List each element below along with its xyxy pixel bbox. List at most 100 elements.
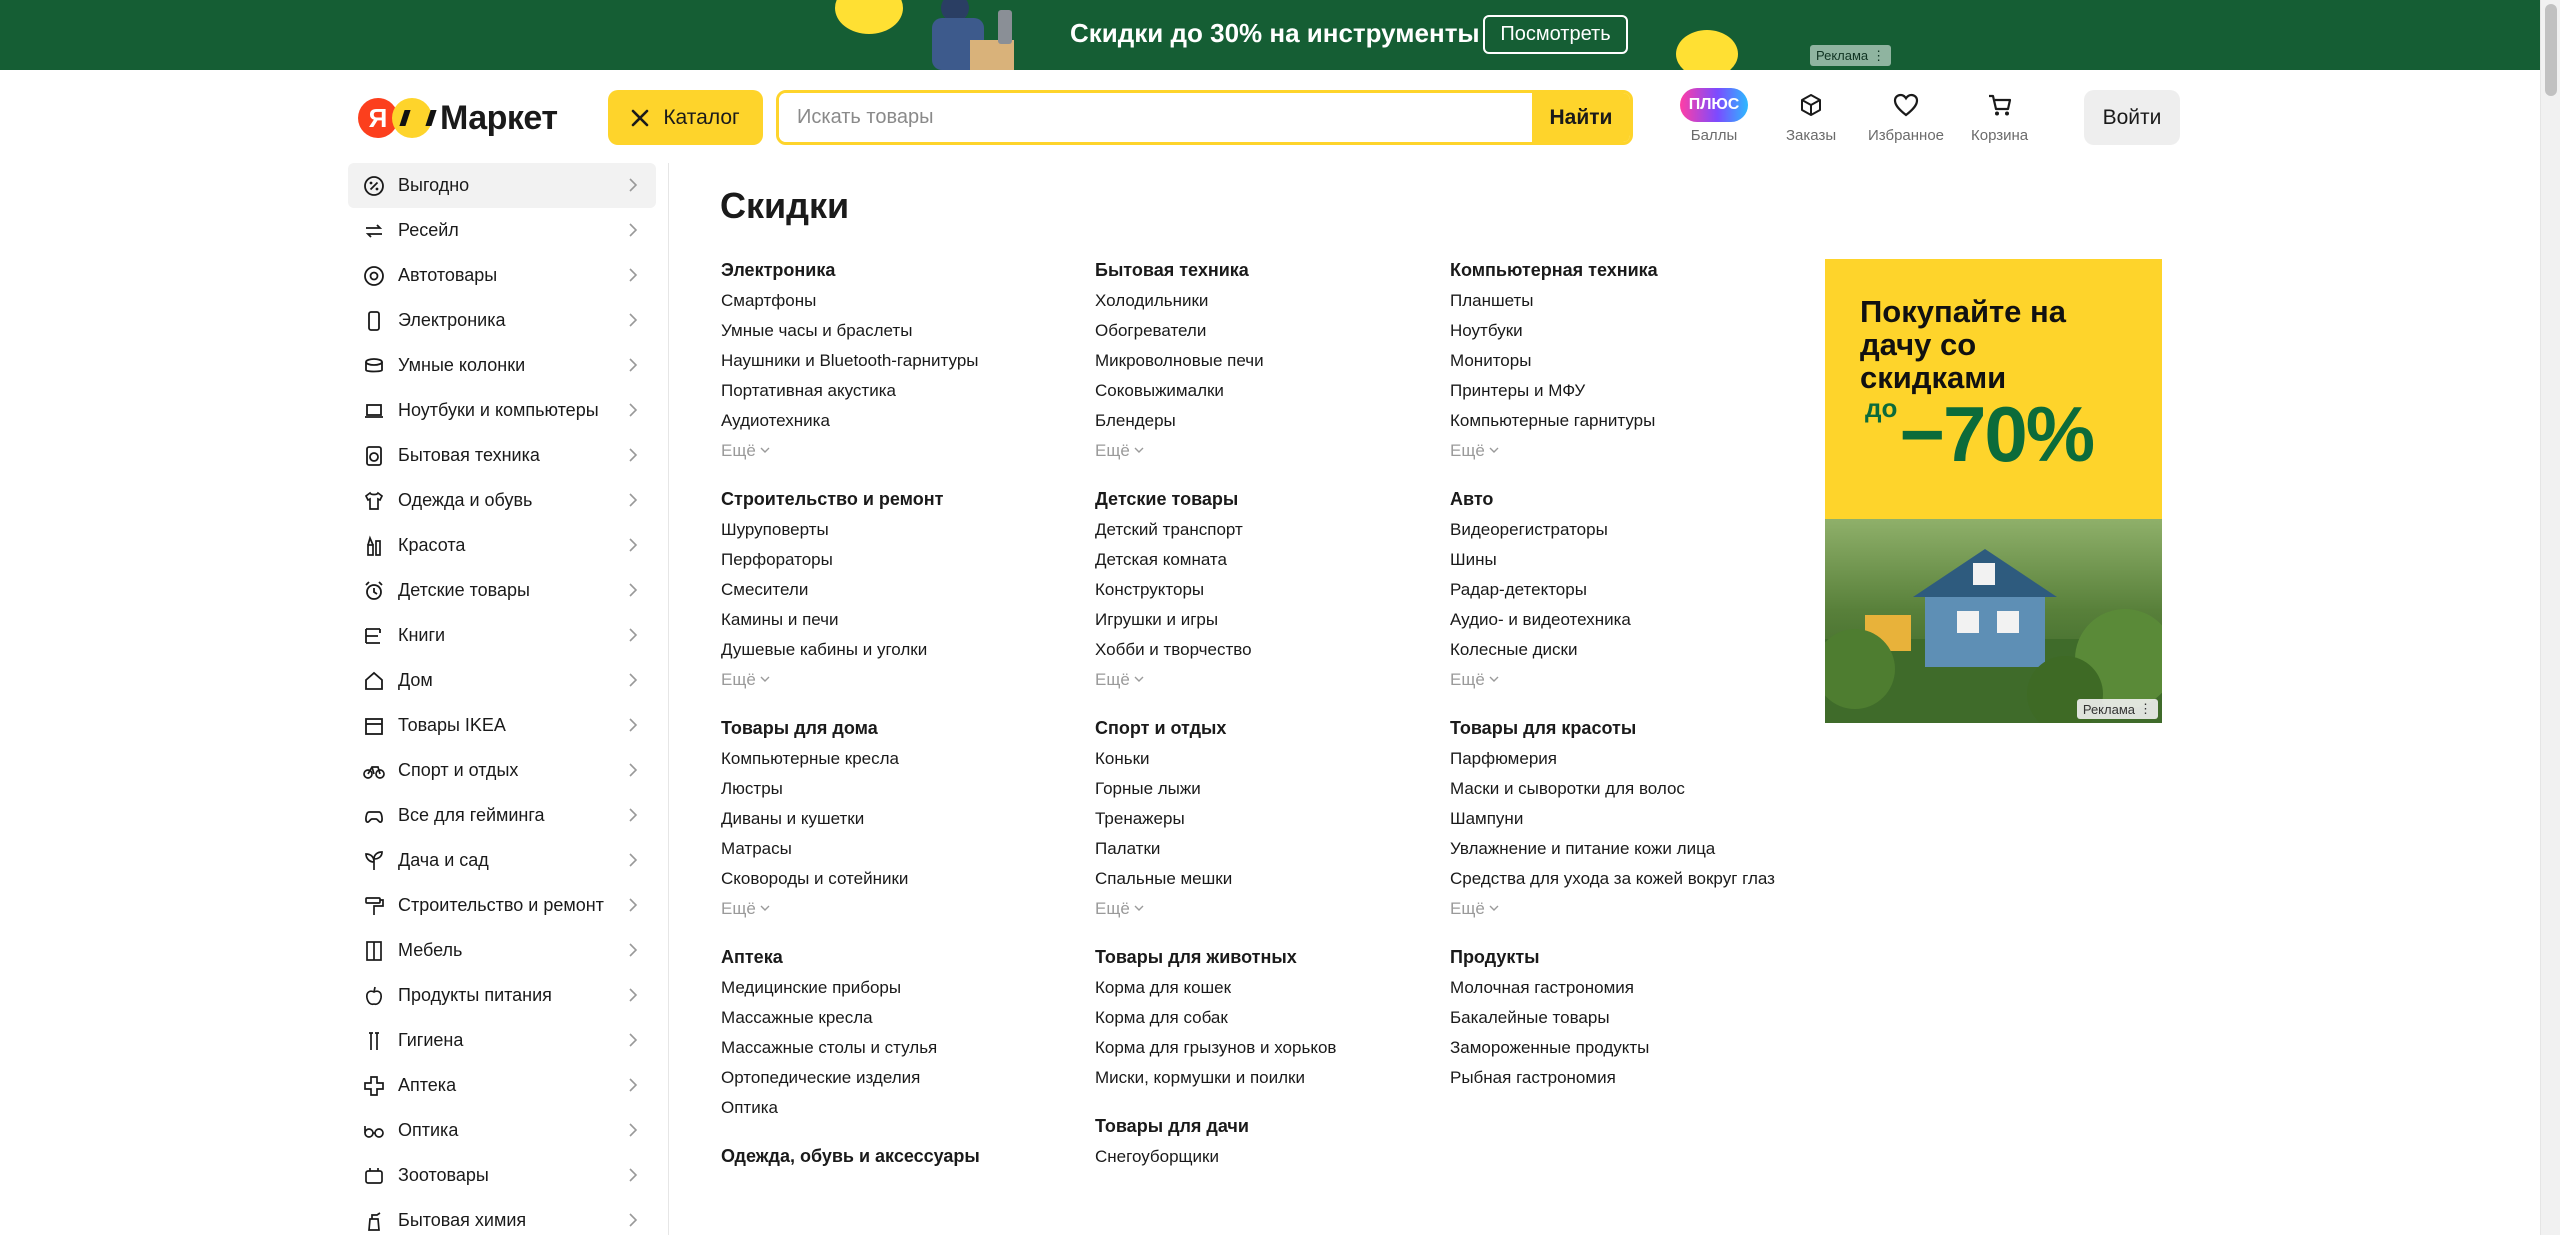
sidebar-item[interactable]: Дом [348,658,656,703]
show-more-link[interactable]: Ещё [721,669,1066,691]
sidebar-item[interactable]: Одежда и обувь [348,478,656,523]
page-scrollbar[interactable] [2540,0,2560,1235]
banner-view-button[interactable]: Посмотреть [1483,15,1628,54]
category-link[interactable]: Хобби и творчество [1095,639,1440,661]
category-title[interactable]: Аптека [721,945,1066,969]
show-more-link[interactable]: Ещё [1450,669,1795,691]
category-link[interactable]: Умные часы и браслеты [721,320,1066,342]
sidebar-item[interactable]: Бытовая техника [348,433,656,478]
nav-favorites[interactable]: Избранное [1868,88,1944,144]
category-link[interactable]: Принтеры и МФУ [1450,380,1795,402]
category-link[interactable]: Компьютерные кресла [721,748,1066,770]
sidebar-item[interactable]: Автотовары [348,253,656,298]
category-link[interactable]: Перфораторы [721,549,1066,571]
category-link[interactable]: Маски и сыворотки для волос [1450,778,1795,800]
sidebar-item[interactable]: Гигиена [348,1018,656,1063]
show-more-link[interactable]: Ещё [1450,440,1795,462]
category-link[interactable]: Палатки [1095,838,1440,860]
category-title[interactable]: Бытовая техника [1095,258,1440,282]
show-more-link[interactable]: Ещё [1095,440,1440,462]
sidebar-item[interactable]: Дача и сад [348,838,656,883]
category-link[interactable]: Тренажеры [1095,808,1440,830]
sidebar-item[interactable]: Аптека [348,1063,656,1108]
ad-banner[interactable]: Покупайте на дачу со скидками до−70% Рек… [1825,259,2162,723]
catalog-button[interactable]: Каталог [608,90,763,145]
category-link[interactable]: Аудиотехника [721,410,1066,432]
category-link[interactable]: Игрушки и игры [1095,609,1440,631]
category-title[interactable]: Детские товары [1095,487,1440,511]
nav-orders[interactable]: Заказы [1786,88,1836,144]
category-link[interactable]: Радар-детекторы [1450,579,1795,601]
category-link[interactable]: Корма для грызунов и хорьков [1095,1037,1440,1059]
category-title[interactable]: Авто [1450,487,1795,511]
category-link[interactable]: Шуруповерты [721,519,1066,541]
category-link[interactable]: Душевые кабины и уголки [721,639,1066,661]
category-link[interactable]: Миски, кормушки и поилки [1095,1067,1440,1089]
login-button[interactable]: Войти [2084,90,2180,145]
category-title[interactable]: Одежда, обувь и аксессуары [721,1144,1066,1168]
category-link[interactable]: Смартфоны [721,290,1066,312]
category-link[interactable]: Микроволновые печи [1095,350,1440,372]
sidebar-item[interactable]: Строительство и ремонт [348,883,656,928]
scrollbar-thumb[interactable] [2545,4,2557,96]
sidebar-item[interactable]: Электроника [348,298,656,343]
category-link[interactable]: Видеорегистраторы [1450,519,1795,541]
search-input[interactable] [779,93,1532,142]
category-link[interactable]: Коньки [1095,748,1440,770]
category-title[interactable]: Товары для животных [1095,945,1440,969]
show-more-link[interactable]: Ещё [1095,898,1440,920]
category-link[interactable]: Горные лыжи [1095,778,1440,800]
sidebar-item[interactable]: Спорт и отдых [348,748,656,793]
category-link[interactable]: Оптика [721,1097,1066,1119]
category-title[interactable]: Товары для дачи [1095,1114,1440,1138]
category-link[interactable]: Мониторы [1450,350,1795,372]
category-link[interactable]: Спальные мешки [1095,868,1440,890]
category-link[interactable]: Люстры [721,778,1066,800]
category-link[interactable]: Шины [1450,549,1795,571]
category-link[interactable]: Замороженные продукты [1450,1037,1795,1059]
category-link[interactable]: Парфюмерия [1450,748,1795,770]
category-link[interactable]: Аудио- и видеотехника [1450,609,1795,631]
category-link[interactable]: Бакалейные товары [1450,1007,1795,1029]
category-title[interactable]: Компьютерная техника [1450,258,1795,282]
category-title[interactable]: Строительство и ремонт [721,487,1066,511]
sidebar-item[interactable]: Ресейл [348,208,656,253]
show-more-link[interactable]: Ещё [721,440,1066,462]
show-more-link[interactable]: Ещё [1095,669,1440,691]
category-link[interactable]: Ноутбуки [1450,320,1795,342]
category-link[interactable]: Шампуни [1450,808,1795,830]
category-link[interactable]: Наушники и Bluetooth-гарнитуры [721,350,1066,372]
category-link[interactable]: Камины и печи [721,609,1066,631]
category-title[interactable]: Товары для красоты [1450,716,1795,740]
sidebar-item[interactable]: Оптика [348,1108,656,1153]
sidebar-item[interactable]: Выгодно [348,163,656,208]
ad-label[interactable]: Реклама ⋮ [2076,699,2158,719]
category-link[interactable]: Массажные кресла [721,1007,1066,1029]
sidebar-item[interactable]: Книги [348,613,656,658]
promo-banner[interactable]: Скидки до 30% на инструменты Посмотреть … [0,0,2540,70]
nav-points[interactable]: ПЛЮС Баллы [1680,88,1748,144]
sidebar-item[interactable]: Продукты питания [348,973,656,1018]
category-link[interactable]: Обогреватели [1095,320,1440,342]
category-link[interactable]: Холодильники [1095,290,1440,312]
sidebar-item[interactable]: Ноутбуки и компьютеры [348,388,656,433]
category-title[interactable]: Продукты [1450,945,1795,969]
search-button[interactable]: Найти [1532,93,1630,142]
category-link[interactable]: Снегоуборщики [1095,1146,1440,1168]
sidebar-item[interactable]: Красота [348,523,656,568]
category-link[interactable]: Массажные столы и стулья [721,1037,1066,1059]
category-title[interactable]: Товары для дома [721,716,1066,740]
sidebar-item[interactable]: Товары IKEA [348,703,656,748]
nav-cart[interactable]: Корзина [1971,88,2028,144]
show-more-link[interactable]: Ещё [721,898,1066,920]
category-link[interactable]: Соковыжималки [1095,380,1440,402]
category-link[interactable]: Компьютерные гарнитуры [1450,410,1795,432]
category-link[interactable]: Смесители [721,579,1066,601]
sidebar-item[interactable]: Мебель [348,928,656,973]
sidebar-item[interactable]: Все для гейминга [348,793,656,838]
category-link[interactable]: Диваны и кушетки [721,808,1066,830]
category-title[interactable]: Спорт и отдых [1095,716,1440,740]
category-link[interactable]: Матрасы [721,838,1066,860]
sidebar-item[interactable]: Зоотовары [348,1153,656,1198]
category-link[interactable]: Портативная акустика [721,380,1066,402]
